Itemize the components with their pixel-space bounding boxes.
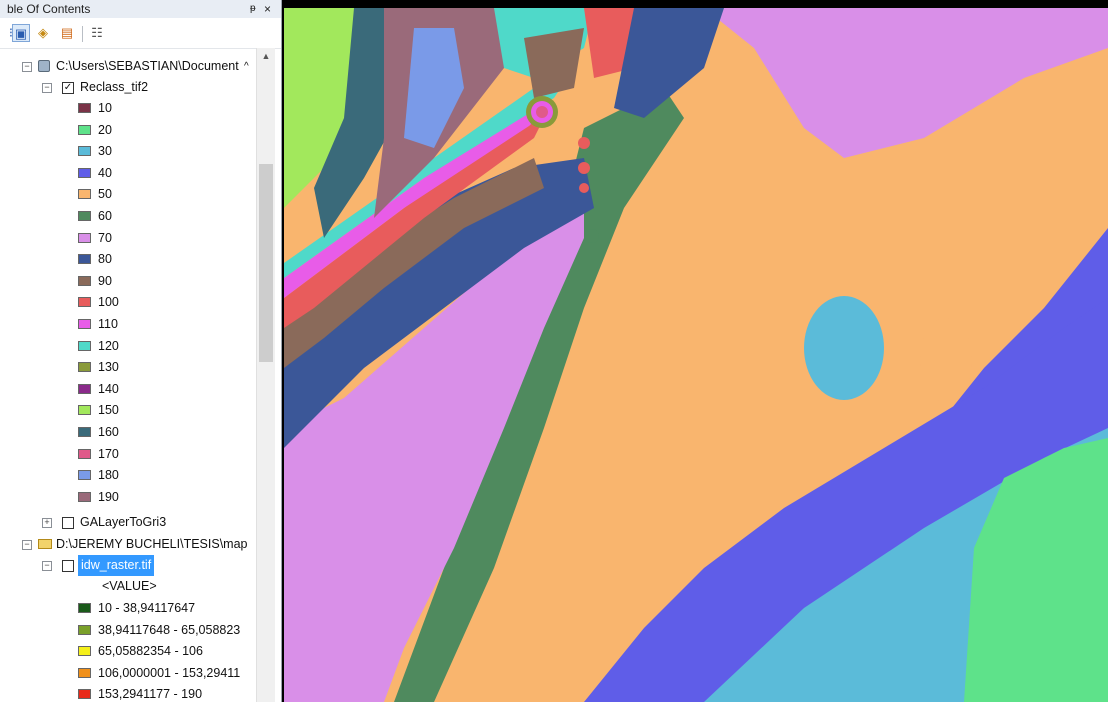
legend-swatch[interactable] — [78, 340, 91, 351]
collapse-icon[interactable]: − — [22, 540, 32, 550]
group-path: C:\Users\SEBASTIAN\Document — [56, 59, 239, 73]
legend-label: 106,0000001 - 153,29411 — [98, 665, 241, 680]
legend-label: 180 — [98, 468, 119, 483]
legend-swatch[interactable] — [78, 254, 91, 265]
field-label: <VALUE> — [102, 579, 157, 593]
legend-swatch[interactable] — [78, 297, 91, 308]
expand-icon[interactable]: + — [42, 518, 52, 528]
raster-dot-60 — [585, 229, 599, 243]
layer-name: Reclass_tif2 — [80, 80, 149, 94]
toc-titlebar: ble Of Contents ᵽ × — [0, 0, 281, 19]
raster-dot-100 — [578, 137, 590, 149]
legend-label: 20 — [98, 122, 112, 137]
legend-label: 150 — [98, 403, 119, 418]
legend-swatch[interactable] — [78, 667, 91, 678]
legend-label: 120 — [98, 338, 119, 353]
legend-label: 130 — [98, 360, 119, 375]
layer-visibility-checkbox[interactable] — [62, 560, 74, 572]
table-of-contents-panel: ble Of Contents ᵽ × ⁝ ▣ ◈ ▤ ☷ − C:\Users… — [0, 0, 282, 702]
raster-ring-170 — [536, 106, 548, 118]
legend-label: 90 — [98, 273, 112, 288]
collapse-icon[interactable]: − — [42, 561, 52, 571]
map-raster — [284, 8, 1108, 702]
legend-swatch[interactable] — [78, 491, 91, 502]
legend-swatch[interactable] — [78, 275, 91, 286]
layer-name: GALayerToGri3 — [80, 515, 167, 529]
legend-swatch[interactable] — [78, 427, 91, 437]
legend-label: 160 — [98, 425, 119, 439]
toc-scrollbar[interactable]: ▲ — [256, 48, 275, 702]
legend-swatch[interactable] — [78, 383, 91, 394]
legend-swatch[interactable] — [78, 470, 91, 481]
legend-label: 65,05882354 - 106 — [98, 644, 203, 659]
chevron-up-icon[interactable]: ^ — [244, 56, 249, 77]
toc-toolbar: ⁝ ▣ ◈ ▤ ☷ — [0, 18, 281, 49]
legend-swatch[interactable] — [78, 167, 91, 178]
layer-name: idw_raster.tif — [78, 555, 155, 576]
database-icon — [38, 60, 50, 72]
legend-swatch[interactable] — [78, 124, 91, 135]
legend-swatch[interactable] — [78, 689, 91, 700]
folder-icon — [38, 539, 52, 549]
toolbar-separator — [82, 26, 83, 42]
legend-swatch[interactable] — [78, 319, 91, 329]
legend-label: 10 - 38,94117647 — [98, 601, 196, 615]
raster-dot-100-c — [579, 183, 589, 193]
layer-visibility-checkbox[interactable] — [62, 517, 74, 529]
legend-label: 30 — [98, 144, 112, 159]
toc-title: ble Of Contents — [7, 2, 91, 16]
legend-swatch[interactable] — [78, 189, 91, 200]
legend-label: 50 — [98, 187, 112, 202]
legend-swatch[interactable] — [78, 103, 91, 113]
legend-swatch[interactable] — [78, 405, 91, 416]
layer-visibility-checkbox[interactable]: ✓ — [62, 82, 74, 94]
list-by-source-icon[interactable]: ◈ — [34, 24, 52, 42]
legend-label: 190 — [98, 489, 119, 504]
scroll-up-icon[interactable]: ▲ — [257, 48, 275, 64]
legend-label: 38,94117648 - 65,058823 — [98, 622, 241, 637]
legend-swatch[interactable] — [78, 624, 91, 635]
raster-blob-30 — [804, 296, 884, 400]
legend-label: 10 — [98, 101, 112, 115]
legend-swatch[interactable] — [78, 448, 91, 459]
legend-label: 170 — [98, 446, 119, 461]
pin-icon[interactable]: ᵽ — [250, 0, 256, 18]
scroll-thumb[interactable] — [259, 164, 273, 362]
legend-label: 153,2941177 - 190 — [98, 687, 203, 702]
list-by-drawing-order-icon[interactable]: ▣ — [12, 24, 30, 42]
legend-label: 110 — [98, 317, 118, 331]
legend-label: 100 — [98, 295, 119, 310]
map-view[interactable] — [282, 0, 1108, 702]
legend-label: 70 — [98, 230, 112, 245]
toc-tree: − C:\Users\SEBASTIAN\Document ^ − ✓ Recl… — [0, 48, 256, 702]
group-row-2[interactable]: − D:\JEREMY BUCHELI\TESIS\map — [0, 534, 256, 555]
legend-swatch[interactable] — [78, 362, 91, 373]
raster-dot-100-b — [578, 162, 590, 174]
legend-swatch[interactable] — [78, 211, 91, 221]
raster-blob-50 — [920, 318, 972, 402]
legend-swatch[interactable] — [78, 646, 91, 657]
legend-swatch[interactable] — [78, 232, 91, 243]
legend-swatch[interactable] — [78, 146, 91, 157]
collapse-icon[interactable]: − — [42, 83, 52, 93]
group-path: D:\JEREMY BUCHELI\TESIS\map — [56, 537, 248, 551]
legend-label: 140 — [98, 381, 119, 396]
close-icon[interactable]: × — [264, 0, 271, 18]
list-by-visibility-icon[interactable]: ▤ — [58, 24, 76, 42]
group-row-1[interactable]: − C:\Users\SEBASTIAN\Document ^ — [0, 56, 256, 77]
list-by-selection-icon[interactable]: ☷ — [88, 24, 106, 42]
legend-label: 60 — [98, 209, 112, 223]
legend-label: 40 — [98, 165, 112, 180]
legend-label: 80 — [98, 252, 112, 267]
collapse-icon[interactable]: − — [22, 62, 32, 72]
legend-swatch[interactable] — [78, 603, 91, 613]
